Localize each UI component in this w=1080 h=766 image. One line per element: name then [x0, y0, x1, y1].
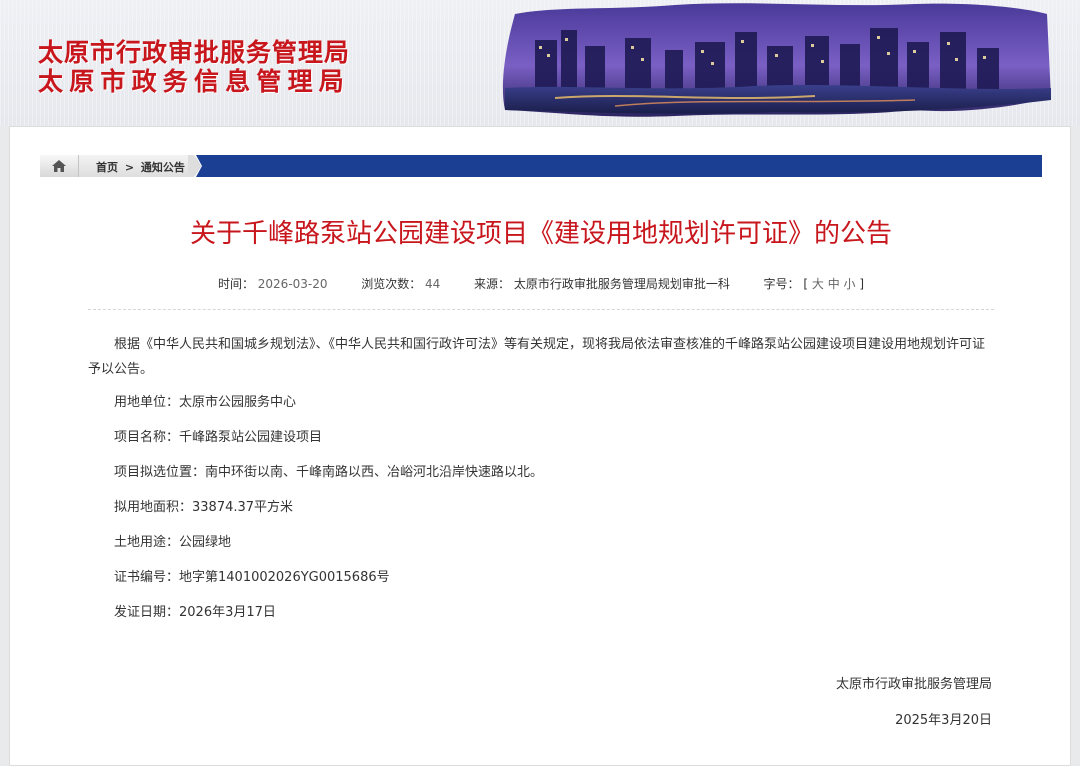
meta-time-value: 2026-03-20	[257, 277, 328, 291]
font-size-small[interactable]: 小	[844, 277, 856, 291]
field-land-area: 拟用地面积：33874.37平方米	[114, 500, 294, 515]
meta-divider	[88, 309, 994, 310]
font-size-medium[interactable]: 中	[828, 277, 840, 291]
breadcrumb-home-link[interactable]: 首页	[96, 161, 118, 174]
site-header: 太原市行政审批服务管理局 太原市政务信息管理局	[0, 0, 1080, 126]
font-bracket-open: [	[803, 277, 809, 291]
article-intro: 根据《中华人民共和国城乡规划法》、《中华人民共和国行政许可法》等有关规定，现将我…	[88, 337, 986, 377]
home-button[interactable]	[40, 155, 79, 177]
field-location: 项目拟选位置：南中环街以南、千峰南路以西、冶峪河北沿岸快速路以北。	[114, 465, 544, 480]
meta-views-value: 44	[425, 277, 441, 291]
breadcrumb: 首页 > 通知公告	[40, 155, 1042, 177]
font-bracket-close: ]	[859, 277, 865, 291]
field-land-use: 土地用途：公园绿地	[114, 535, 232, 550]
field-land-unit: 用地单位：太原市公园服务中心	[114, 395, 297, 410]
meta-font-label: 字号：	[763, 277, 800, 291]
font-size-large[interactable]: 大	[812, 277, 824, 291]
article-title: 关于千峰路泵站公园建设项目《建设用地规划许可证》的公告	[189, 219, 892, 249]
field-certificate-number: 证书编号：地字第1401002026YG0015686号	[114, 570, 390, 585]
home-icon	[52, 160, 66, 172]
content-panel: 首页 > 通知公告 关于千峰路泵站公园建设项目《建设用地规划许可证》的公告 时间…	[9, 126, 1071, 766]
meta-time-label: 时间：	[217, 277, 254, 291]
city-skyline-image	[502, 3, 1051, 117]
breadcrumb-trail: 首页 > 通知公告	[96, 159, 185, 175]
signature-date: 2025年3月20日	[895, 713, 992, 728]
meta-views-label: 浏览次数：	[361, 277, 422, 291]
field-issue-date: 发证日期：2026年3月17日	[114, 605, 276, 620]
signature-org: 太原市行政审批服务管理局	[835, 677, 992, 692]
breadcrumb-current[interactable]: 通知公告	[141, 161, 185, 174]
breadcrumb-arrow-icon	[188, 155, 202, 177]
article-meta: 时间： 2026-03-20 浏览次数： 44 来源： 太原市行政审批服务管理局…	[10, 275, 1072, 292]
meta-source-value: 太原市行政审批服务管理局规划审批一科	[513, 277, 730, 291]
breadcrumb-separator: >	[124, 161, 135, 174]
meta-source-label: 来源：	[473, 277, 510, 291]
org-name-line2: 太原市政务信息管理局	[38, 67, 351, 96]
field-project-name: 项目名称：千峰路泵站公园建设项目	[114, 430, 323, 445]
